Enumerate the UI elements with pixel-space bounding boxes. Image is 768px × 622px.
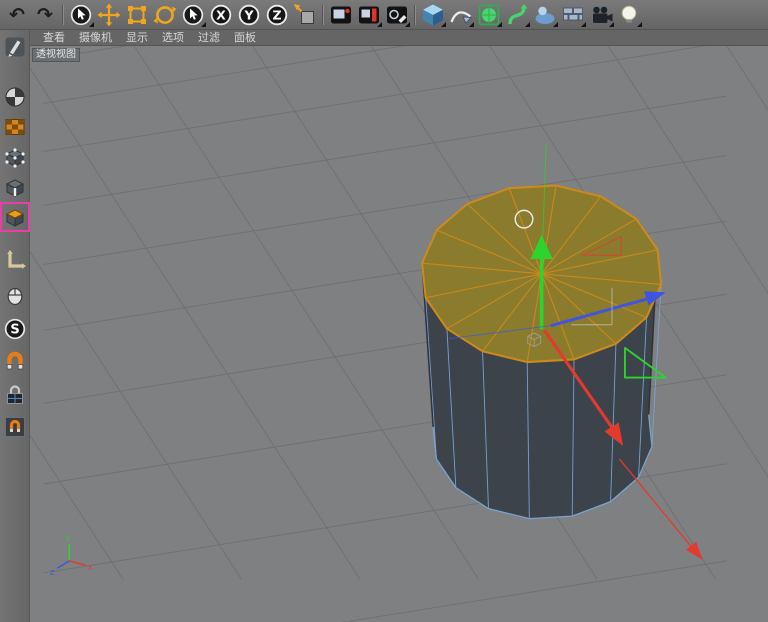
environment-icon xyxy=(533,3,557,27)
light-button[interactable] xyxy=(615,1,643,28)
app-window: ↶ ↷ X Y Z S 查看摄像机显示选项过滤面板 透视视图 Y X Z xyxy=(0,0,768,622)
coordinate-system-icon xyxy=(293,3,317,27)
top-toolbar: ↶ ↷ X Y Z xyxy=(0,0,768,30)
rotate-tool-icon xyxy=(153,3,177,27)
viewport-solo-button[interactable] xyxy=(2,282,28,308)
redo-icon: ↷ xyxy=(33,3,57,27)
magnet-snap-icon xyxy=(3,351,27,375)
add-cube-icon xyxy=(421,3,445,27)
deformer-icon xyxy=(505,3,529,27)
edges-mode-button[interactable] xyxy=(2,174,28,200)
viewport-solo-icon xyxy=(3,283,27,307)
viewport-menu-item-3[interactable]: 选项 xyxy=(155,30,191,46)
toolbar-separator xyxy=(319,3,327,27)
pen-spline-icon xyxy=(449,3,473,27)
subdivision-surface-button[interactable] xyxy=(475,1,503,28)
model-mode-button[interactable] xyxy=(2,84,28,110)
scale-tool-icon xyxy=(125,3,149,27)
left-tool-palette: S xyxy=(0,30,30,622)
render-picture-viewer-icon xyxy=(357,3,381,27)
deformer-button[interactable] xyxy=(503,1,531,28)
render-settings-icon xyxy=(385,3,409,27)
snap-toggle-icon: S xyxy=(3,317,27,341)
last-tool-icon xyxy=(181,3,205,27)
render-settings-button[interactable] xyxy=(383,1,411,28)
floor-grid xyxy=(30,46,768,622)
svg-text:↷: ↷ xyxy=(37,4,53,26)
convert-editable-icon xyxy=(3,35,27,59)
camera-button[interactable] xyxy=(587,1,615,28)
quantize-icon xyxy=(3,415,27,439)
lock-y-icon: Y xyxy=(237,3,261,27)
subdivision-surface-icon xyxy=(477,3,501,27)
lock-x-button[interactable]: X xyxy=(207,1,235,28)
viewport: 查看摄像机显示选项过滤面板 透视视图 Y X Z xyxy=(30,30,768,622)
environment-button[interactable] xyxy=(531,1,559,28)
live-selection-icon xyxy=(69,3,93,27)
scene-bricks-icon xyxy=(561,3,585,27)
viewport-canvas[interactable]: 透视视图 Y X Z xyxy=(30,46,768,622)
svg-text:X: X xyxy=(88,564,93,572)
texture-mode-icon xyxy=(3,115,27,139)
add-cube-button[interactable] xyxy=(419,1,447,28)
convert-editable-button[interactable] xyxy=(2,34,28,60)
move-tool-button[interactable] xyxy=(95,1,123,28)
axis-mode-button[interactable] xyxy=(2,248,28,274)
model-mode-icon xyxy=(3,85,27,109)
scene-bricks-button[interactable] xyxy=(559,1,587,28)
snap-toggle-button[interactable]: S xyxy=(2,316,28,342)
quantize-button[interactable] xyxy=(2,414,28,440)
viewport-menu-bar: 查看摄像机显示选项过滤面板 xyxy=(30,30,768,46)
svg-text:↶: ↶ xyxy=(9,4,25,26)
viewport-menu-item-5[interactable]: 面板 xyxy=(227,30,263,46)
lock-x-icon: X xyxy=(209,3,233,27)
svg-text:Y: Y xyxy=(243,7,254,22)
live-selection-button[interactable] xyxy=(67,1,95,28)
axis-mode-icon xyxy=(3,249,27,273)
move-tool-icon xyxy=(97,3,121,27)
workplane-lock-button[interactable] xyxy=(2,382,28,408)
scale-tool-button[interactable] xyxy=(123,1,151,28)
render-view-icon xyxy=(329,3,353,27)
render-picture-viewer-button[interactable] xyxy=(355,1,383,28)
coordinate-system-button[interactable] xyxy=(291,1,319,28)
magnet-snap-button[interactable] xyxy=(2,350,28,376)
camera-icon xyxy=(589,3,613,27)
lock-y-button[interactable]: Y xyxy=(235,1,263,28)
lock-z-icon: Z xyxy=(265,3,289,27)
viewport-menu-item-2[interactable]: 显示 xyxy=(119,30,155,46)
svg-text:Y: Y xyxy=(65,535,71,543)
svg-text:X: X xyxy=(216,7,226,22)
viewport-label[interactable]: 透视视图 xyxy=(32,48,80,62)
light-icon xyxy=(617,3,641,27)
render-view-button[interactable] xyxy=(327,1,355,28)
viewport-menu-item-0[interactable]: 查看 xyxy=(36,30,72,46)
polygons-mode-icon xyxy=(3,205,27,229)
viewport-menu-item-1[interactable]: 摄像机 xyxy=(72,30,119,46)
rotate-tool-button[interactable] xyxy=(151,1,179,28)
polygons-mode-button[interactable] xyxy=(2,204,28,230)
toolbar-separator xyxy=(411,3,419,27)
undo-icon: ↶ xyxy=(5,3,29,27)
edges-mode-icon xyxy=(3,175,27,199)
lock-z-button[interactable]: Z xyxy=(263,1,291,28)
redo-button[interactable]: ↷ xyxy=(31,1,59,28)
pen-spline-button[interactable] xyxy=(447,1,475,28)
points-mode-button[interactable] xyxy=(2,144,28,170)
svg-text:Z: Z xyxy=(50,569,55,577)
texture-mode-button[interactable] xyxy=(2,114,28,140)
last-tool-button[interactable] xyxy=(179,1,207,28)
viewport-menu-item-4[interactable]: 过滤 xyxy=(191,30,227,46)
undo-button[interactable]: ↶ xyxy=(3,1,31,28)
toolbar-separator xyxy=(59,3,67,27)
points-mode-icon xyxy=(3,145,27,169)
svg-text:S: S xyxy=(10,323,19,338)
perspective-view-scene[interactable]: Y X Z xyxy=(30,46,768,622)
svg-text:Z: Z xyxy=(272,7,281,22)
workplane-lock-icon xyxy=(3,383,27,407)
